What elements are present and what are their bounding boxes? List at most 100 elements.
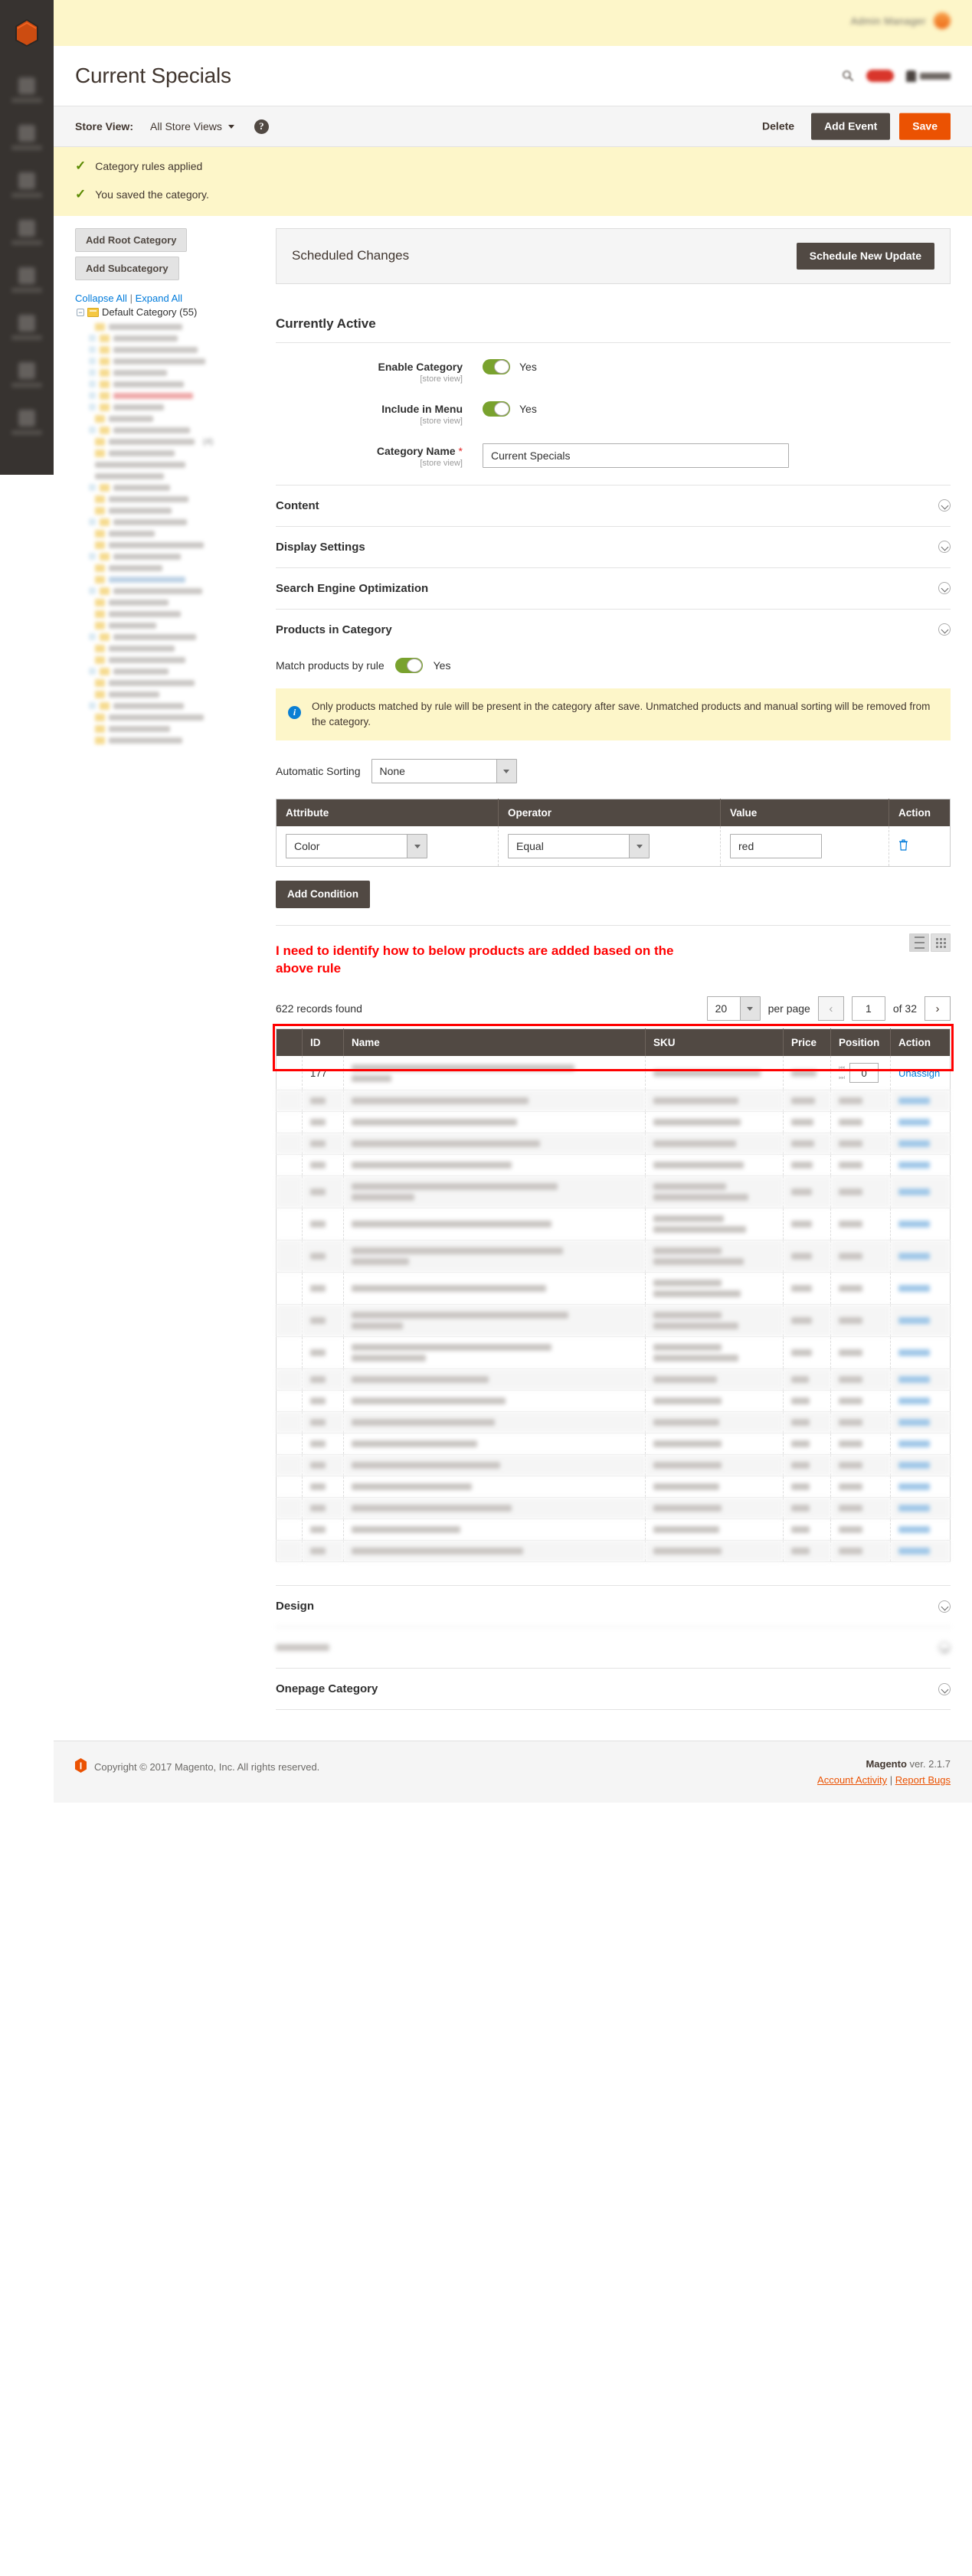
tree-node[interactable]: (4) <box>75 436 265 447</box>
tree-node[interactable] <box>75 631 265 642</box>
search-icon[interactable] <box>842 70 854 82</box>
help-icon[interactable]: ? <box>254 119 269 134</box>
collapse-all-link[interactable]: Collapse All <box>75 293 127 304</box>
tree-node[interactable] <box>75 619 265 631</box>
tree-node[interactable] <box>75 723 265 734</box>
table-row[interactable] <box>276 1133 951 1156</box>
view-mode-toggle[interactable] <box>909 933 951 953</box>
previous-page-button[interactable]: ‹ <box>817 996 844 1022</box>
tree-node[interactable] <box>75 367 265 378</box>
tree-node[interactable] <box>75 642 265 654</box>
sidebar-item-reports[interactable] <box>0 351 54 398</box>
tree-node[interactable] <box>75 332 265 344</box>
tree-node[interactable] <box>75 608 265 619</box>
tree-node[interactable] <box>75 344 265 355</box>
condition-attribute-select[interactable]: Color <box>286 834 427 859</box>
table-row[interactable] <box>276 1454 951 1477</box>
account-activity-link[interactable]: Account Activity <box>817 1774 887 1786</box>
tree-node[interactable] <box>75 700 265 711</box>
add-event-button[interactable]: Add Event <box>811 113 891 140</box>
add-subcategory-button[interactable]: Add Subcategory <box>75 257 179 280</box>
tree-child-nodes[interactable]: (4) <box>75 321 265 746</box>
category-name-input[interactable] <box>483 443 789 468</box>
table-row[interactable] <box>276 1476 951 1499</box>
tree-node[interactable] <box>75 493 265 505</box>
tree-node[interactable] <box>75 677 265 688</box>
section-content[interactable]: Content <box>276 484 951 526</box>
tree-node[interactable] <box>75 447 265 459</box>
sidebar-item-content[interactable] <box>0 303 54 351</box>
schedule-new-update-button[interactable]: Schedule New Update <box>796 243 934 270</box>
tree-node[interactable] <box>75 355 265 367</box>
section-search-engine-optimization[interactable]: Search Engine Optimization <box>276 567 951 609</box>
list-view-icon[interactable] <box>909 933 929 953</box>
position-input[interactable] <box>849 1063 879 1084</box>
magento-logo-icon[interactable] <box>0 0 54 66</box>
tree-node[interactable] <box>75 711 265 723</box>
tree-node[interactable] <box>75 528 265 539</box>
collapse-toggle-icon[interactable]: − <box>77 308 84 316</box>
unassign-link[interactable]: Unassign <box>898 1067 940 1079</box>
sidebar-item-customers[interactable] <box>0 208 54 256</box>
tree-node[interactable] <box>75 378 265 390</box>
sidebar-item-catalog[interactable] <box>0 161 54 208</box>
tree-node[interactable] <box>75 482 265 493</box>
tree-node[interactable] <box>75 321 265 332</box>
admin-sidebar-rail[interactable] <box>0 0 54 475</box>
table-row[interactable] <box>276 1208 951 1241</box>
per-page-select[interactable]: 20 <box>706 996 761 1022</box>
condition-operator-select[interactable]: Equal <box>508 834 650 859</box>
save-button[interactable]: Save <box>899 113 951 140</box>
table-row[interactable] <box>276 1336 951 1370</box>
tree-node[interactable] <box>75 597 265 608</box>
tree-node[interactable] <box>75 401 265 413</box>
table-row[interactable] <box>276 1518 951 1541</box>
page-number-input[interactable] <box>851 996 885 1022</box>
next-page-button[interactable]: › <box>925 996 951 1022</box>
tree-node[interactable] <box>75 459 265 470</box>
table-row[interactable] <box>276 1497 951 1520</box>
sidebar-item-stores[interactable] <box>0 398 54 446</box>
add-root-category-button[interactable]: Add Root Category <box>75 228 188 252</box>
tree-node[interactable] <box>75 734 265 746</box>
sidebar-item-sales[interactable] <box>0 113 54 161</box>
tree-node[interactable] <box>75 539 265 551</box>
enable-category-toggle[interactable] <box>483 358 510 374</box>
admin-user-menu[interactable]: Admin Manager <box>851 12 951 29</box>
sidebar-item-marketing[interactable] <box>0 256 54 303</box>
table-row[interactable] <box>276 1368 951 1391</box>
section-design[interactable]: Design <box>276 1585 951 1626</box>
tree-node[interactable] <box>75 574 265 585</box>
grid-view-icon[interactable] <box>931 933 951 953</box>
section-products-in-category[interactable]: Products in Category <box>276 608 951 650</box>
table-row[interactable] <box>276 1240 951 1273</box>
automatic-sorting-select[interactable]: None <box>371 759 517 784</box>
tree-node[interactable] <box>75 470 265 482</box>
section-onepage-category[interactable]: Onepage Category <box>276 1668 951 1709</box>
tree-node[interactable] <box>75 516 265 528</box>
avatar[interactable] <box>934 12 951 29</box>
notification-bell-icon[interactable] <box>866 70 894 82</box>
report-bugs-link[interactable]: Report Bugs <box>895 1774 951 1786</box>
table-row[interactable]: 177 ⏮ ⏭ 0 Unassign <box>276 1056 951 1091</box>
trash-icon[interactable] <box>898 839 908 854</box>
tree-node[interactable] <box>75 505 265 516</box>
table-row[interactable] <box>276 1540 951 1563</box>
table-row[interactable] <box>276 1411 951 1434</box>
tree-node[interactable] <box>75 551 265 562</box>
store-view-select[interactable]: All Store Views <box>150 120 234 132</box>
match-products-toggle[interactable] <box>394 657 423 673</box>
table-row[interactable] <box>276 1390 951 1413</box>
table-row[interactable] <box>276 1272 951 1306</box>
tree-node[interactable] <box>75 424 265 436</box>
tree-root-node[interactable]: − Default Category (55) <box>75 306 265 318</box>
section-display-settings[interactable]: Display Settings <box>276 525 951 567</box>
user-account-icon[interactable] <box>906 70 951 82</box>
table-row[interactable] <box>276 1154 951 1177</box>
include-in-menu-toggle[interactable] <box>483 400 510 417</box>
tree-node[interactable] <box>75 585 265 597</box>
category-tree[interactable]: − Default Category (55) (4) <box>75 306 265 746</box>
condition-value-input[interactable] <box>730 834 822 859</box>
tree-node[interactable] <box>75 665 265 677</box>
table-row[interactable] <box>276 1304 951 1338</box>
